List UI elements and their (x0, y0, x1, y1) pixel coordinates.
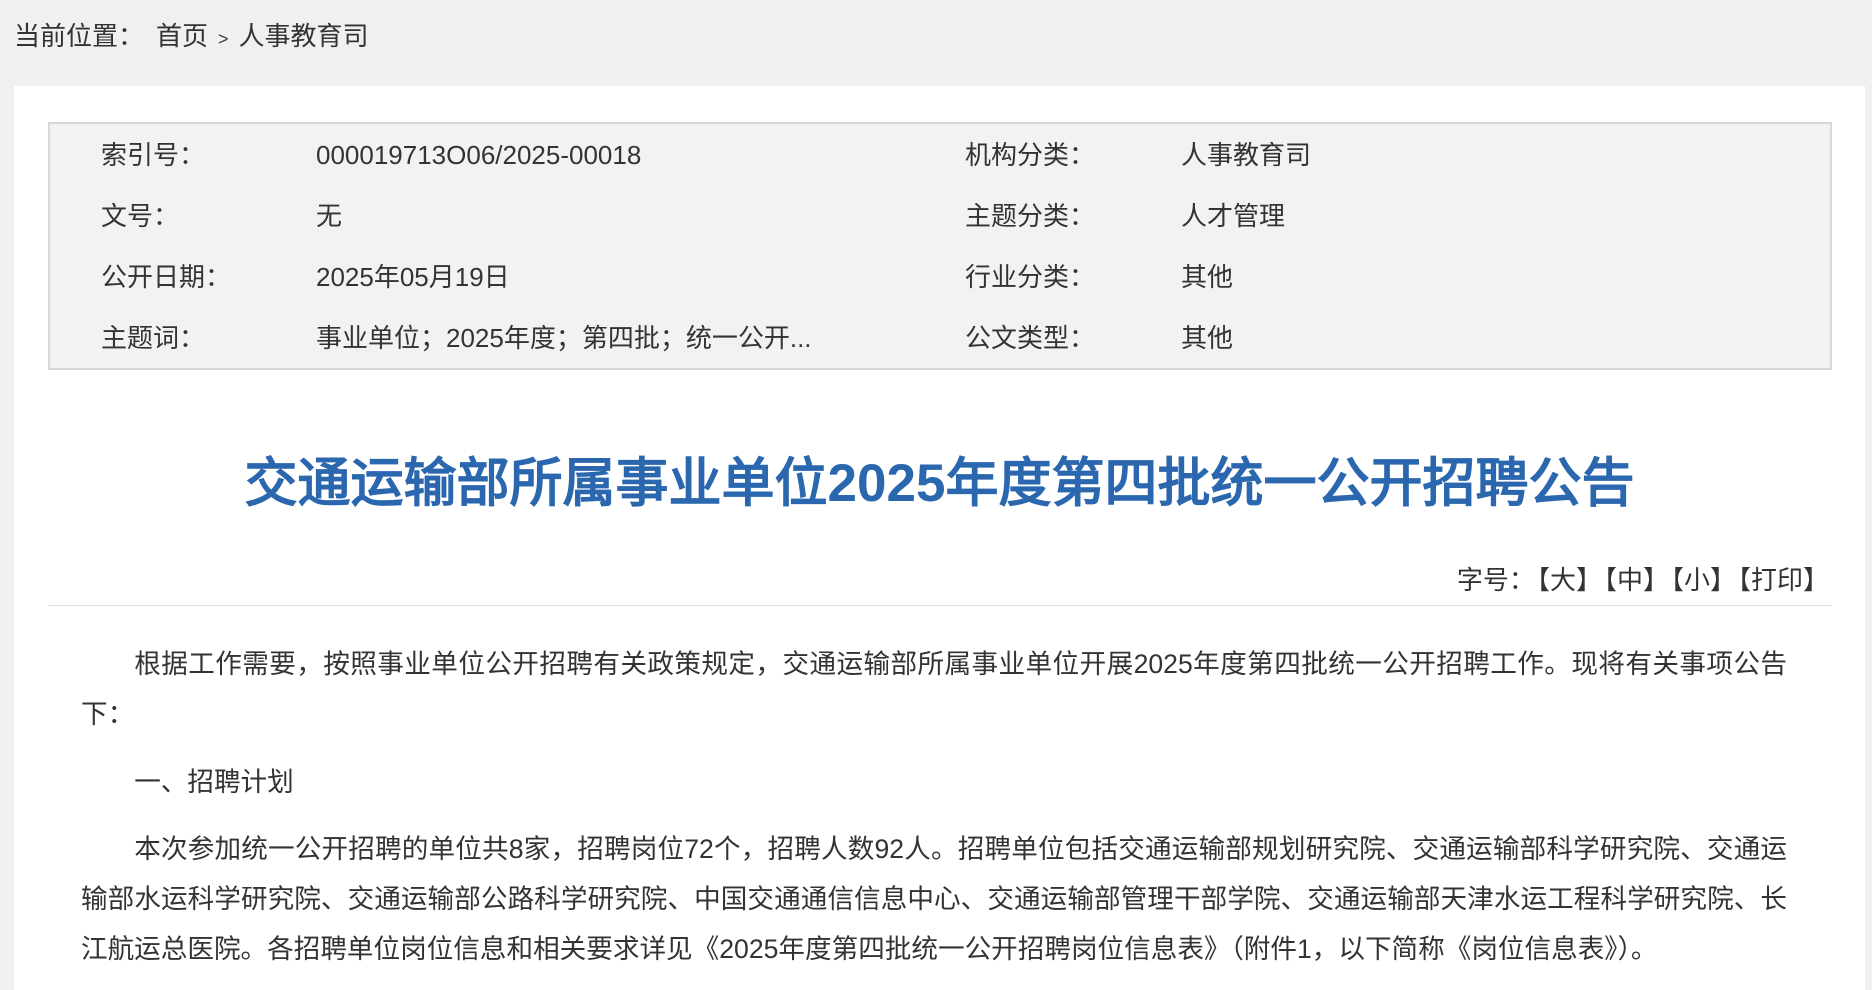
font-size-toolbar: 字号：【大】【中】【小】【打印】 (1457, 562, 1829, 598)
meta-label-keywords: 主题词： (101, 322, 206, 353)
breadcrumb: 当前位置： 首页 > 人事教育司 (14, 17, 369, 58)
paragraph-line: 本次参加统一公开招聘的单位共8家，招聘岗位72个，招聘人数92人。招聘单位包括交… (134, 834, 1787, 864)
paragraph-line: 根据工作需要，按照事业单位公开招聘有关政策规定，交通运输部所属事业单位开展202… (134, 649, 1787, 679)
metadata-row: 公开日期： 2025年05月19日 行业分类： 其他 (101, 246, 1830, 307)
page-title: 交通运输部所属事业单位2025年度第四批统一公开招聘公告 (244, 454, 1635, 513)
meta-value-keywords: 事业单位；2025年度；第四批；统一公开... (316, 322, 812, 353)
content-panel: 索引号： 000019713O06/2025-00018 机构分类： 人事教育司… (14, 86, 1865, 990)
meta-value-publish-date: 2025年05月19日 (316, 261, 510, 292)
breadcrumb-label: 当前位置： (14, 21, 145, 51)
font-size-label: 字号： (1456, 565, 1535, 595)
section-heading-text: 一、招聘计划 (134, 766, 294, 797)
font-size-small-button[interactable]: 【小】 (1671, 565, 1736, 595)
font-size-large-button[interactable]: 【大】 (1537, 565, 1602, 595)
meta-label-topic-category: 主题分类： (965, 200, 1096, 231)
breadcrumb-department-link[interactable]: 人事教育司 (239, 21, 369, 51)
meta-label-publish-date: 公开日期： (101, 261, 232, 292)
breadcrumb-separator: > (218, 29, 229, 49)
meta-value-index-number: 000019713O06/2025-00018 (316, 139, 642, 170)
metadata-row: 文号： 无 主题分类： 人才管理 (101, 185, 1830, 246)
meta-value-document-type: 其他 (1181, 322, 1234, 353)
metadata-row: 主题词： 事业单位；2025年度；第四批；统一公开... 公文类型： 其他 (101, 307, 1830, 368)
section-heading: 一、招聘计划 (81, 757, 1787, 807)
article-paragraph: 本次参加统一公开招聘的单位共8家，招聘岗位72个，招聘人数92人。招聘单位包括交… (81, 824, 1787, 974)
paragraph-line: 下： (81, 699, 135, 729)
print-button[interactable]: 【打印】 (1738, 565, 1829, 595)
metadata-row: 索引号： 000019713O06/2025-00018 机构分类： 人事教育司 (101, 124, 1830, 185)
paragraph-line: 江航运总医院。各招聘单位岗位信息和相关要求详见《2025年度第四批统一公开招聘岗… (81, 934, 1658, 964)
meta-label-index-number: 索引号： (101, 139, 206, 170)
font-size-medium-button[interactable]: 【中】 (1604, 565, 1669, 595)
page: 当前位置： 首页 > 人事教育司 索引号： 000019713O06/2025-000… (0, 0, 1872, 990)
metadata-box: 索引号： 000019713O06/2025-00018 机构分类： 人事教育司… (48, 122, 1832, 370)
meta-label-organization: 机构分类： (965, 139, 1096, 170)
article-paragraph: 根据工作需要，按照事业单位公开招聘有关政策规定，交通运输部所属事业单位开展202… (81, 639, 1787, 739)
breadcrumb-home-link[interactable]: 首页 (156, 21, 208, 51)
paragraph-line: 输部水运科学研究院、交通运输部公路科学研究院、中国交通通信信息中心、交通运输部管… (81, 884, 1787, 914)
meta-label-industry-category: 行业分类： (965, 261, 1096, 292)
divider (48, 605, 1832, 606)
meta-value-document-number: 无 (316, 200, 343, 231)
meta-label-document-type: 公文类型： (965, 322, 1096, 353)
article-body: 根据工作需要，按照事业单位公开招聘有关政策规定，交通运输部所属事业单位开展202… (81, 639, 1787, 990)
meta-label-document-number: 文号： (101, 200, 180, 231)
meta-value-industry-category: 其他 (1181, 261, 1234, 292)
meta-value-organization: 人事教育司 (1181, 139, 1312, 170)
meta-value-topic-category: 人才管理 (1181, 200, 1286, 231)
